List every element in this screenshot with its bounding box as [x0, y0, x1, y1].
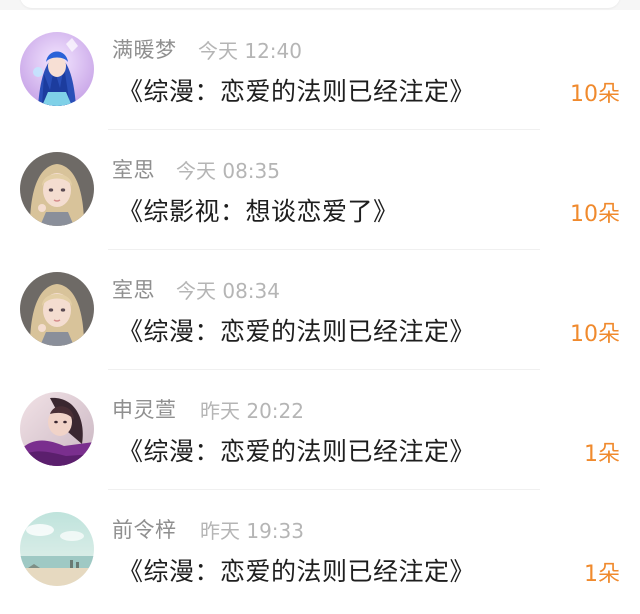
book-title[interactable]: 《综影视：想谈恋爱了》 [118, 192, 399, 228]
gift-time: 今天 08:34 [176, 279, 280, 303]
anime-girl-blonde-icon [20, 272, 94, 346]
avatar[interactable] [20, 272, 94, 346]
book-title[interactable]: 《综漫：恋爱的法则已经注定》 [118, 72, 475, 108]
anime-girl-blue-hair-icon [20, 32, 94, 106]
girl-portrait-purple-icon [20, 392, 94, 466]
avatar[interactable] [20, 152, 94, 226]
gift-time: 昨天 19:33 [200, 519, 304, 543]
anime-girl-blonde-icon [20, 152, 94, 226]
flower-gift-list: 满暖梦 今天 12:40 《综漫：恋爱的法则已经注定》 10朵 室思 今天 08… [0, 10, 640, 610]
flower-count: 10朵 [570, 82, 620, 107]
list-item[interactable]: 室思 今天 08:34 《综漫：恋爱的法则已经注定》 10朵 [0, 250, 640, 370]
gift-time: 昨天 20:22 [200, 399, 304, 423]
top-card-edge [0, 0, 640, 10]
list-item[interactable]: 满暖梦 今天 12:40 《综漫：恋爱的法则已经注定》 10朵 [0, 10, 640, 130]
book-title[interactable]: 《综漫：恋爱的法则已经注定》 [118, 552, 475, 588]
sender-name[interactable]: 室思 [112, 274, 155, 304]
gift-time: 今天 08:35 [176, 159, 280, 183]
avatar[interactable] [20, 32, 94, 106]
sender-name[interactable]: 室思 [112, 154, 155, 184]
list-item[interactable]: 室思 今天 08:35 《综影视：想谈恋爱了》 10朵 [0, 130, 640, 250]
flower-count: 1朵 [584, 562, 620, 587]
sender-name[interactable]: 前令梓 [112, 514, 177, 544]
flower-count: 1朵 [584, 442, 620, 467]
list-item[interactable]: 前令梓 昨天 19:33 《综漫：恋爱的法则已经注定》 1朵 [0, 490, 640, 610]
book-title[interactable]: 《综漫：恋爱的法则已经注定》 [118, 432, 475, 468]
avatar[interactable] [20, 512, 94, 586]
gift-time: 今天 12:40 [198, 39, 302, 63]
list-item[interactable]: 申灵萱 昨天 20:22 《综漫：恋爱的法则已经注定》 1朵 [0, 370, 640, 490]
sender-name[interactable]: 申灵萱 [112, 394, 177, 424]
book-title[interactable]: 《综漫：恋爱的法则已经注定》 [118, 312, 475, 348]
flower-count: 10朵 [570, 322, 620, 347]
seaside-landscape-icon [20, 512, 94, 586]
flower-count: 10朵 [570, 202, 620, 227]
avatar[interactable] [20, 392, 94, 466]
sender-name[interactable]: 满暖梦 [112, 34, 177, 64]
